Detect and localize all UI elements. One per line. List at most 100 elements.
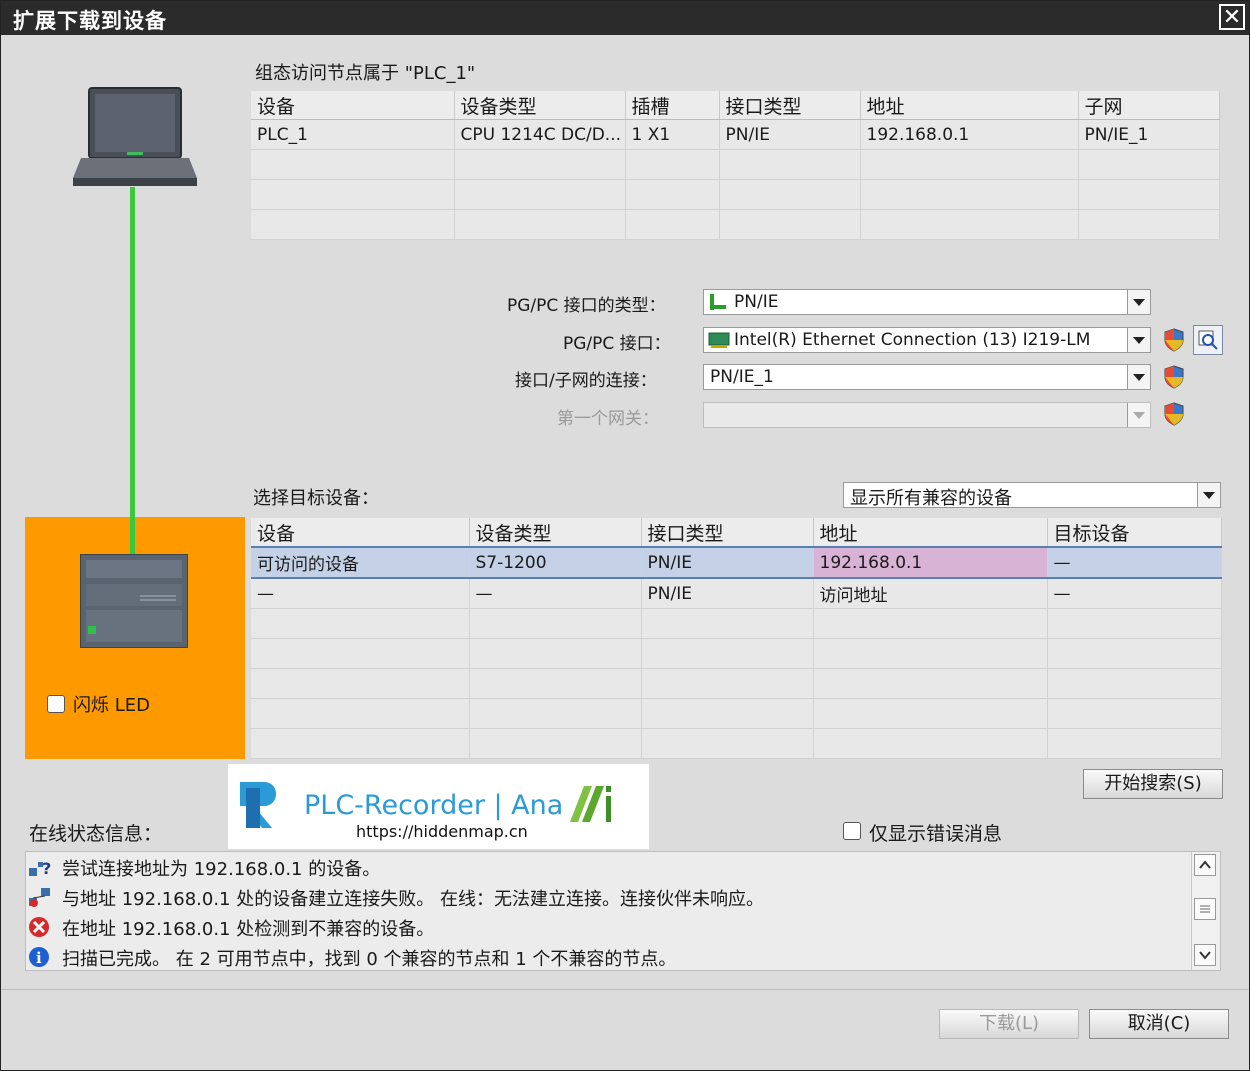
- chevron-down-icon[interactable]: [1127, 365, 1150, 389]
- errors-only-checkbox[interactable]: [843, 822, 861, 840]
- scroll-down-button[interactable]: [1194, 944, 1216, 966]
- table-cell: PLC_1: [251, 119, 455, 150]
- config-section-title: 组态访问节点属于 "PLC_1": [255, 63, 476, 84]
- connection-label: 接口/子网的连接：: [515, 371, 657, 391]
- table-row[interactable]: PLC_1 CPU 1214C DC/D... 1 X1 PN/IE 192.1…: [251, 119, 1220, 150]
- list-item: 在地址 192.168.0.1 处检测到不兼容的设备。: [26, 912, 1194, 942]
- security-shield-icon[interactable]: [1163, 328, 1185, 352]
- status-section-title: 在线状态信息：: [29, 823, 163, 845]
- scroll-up-button[interactable]: [1194, 854, 1216, 876]
- table-cell-address: 192.168.0.1: [813, 546, 1048, 579]
- pgpc-type-value: PN/IE: [734, 292, 779, 312]
- status-message: 与地址 192.168.0.1 处的设备建立连接失败。 在线：无法建立连接。连接…: [62, 889, 764, 910]
- table-cell: 192.168.0.1: [860, 119, 1079, 150]
- target-section-title: 选择目标设备：: [253, 488, 379, 509]
- table-cell: —: [1047, 578, 1222, 609]
- gateway-label: 第一个网关：: [557, 409, 659, 429]
- status-message: 尝试连接地址为 192.168.0.1 的设备。: [62, 859, 381, 880]
- list-item: ? 尝试连接地址为 192.168.0.1 的设备。: [26, 852, 1194, 882]
- table-row-empty: [251, 608, 1222, 639]
- close-button[interactable]: ✕: [1219, 4, 1245, 30]
- status-message-list: ? 尝试连接地址为 192.168.0.1 的设备。 与地址 192.168.0…: [25, 851, 1221, 971]
- plc-device-icon: [80, 554, 188, 648]
- chevron-down-icon: [1199, 951, 1211, 960]
- svg-text:i: i: [36, 949, 42, 967]
- status-message: 在地址 192.168.0.1 处检测到不兼容的设备。: [62, 919, 435, 940]
- ai-logo-icon: [570, 786, 611, 822]
- flash-led-checkbox[interactable]: [47, 695, 65, 713]
- laptop-icon: [73, 87, 197, 186]
- start-search-button[interactable]: 开始搜索(S): [1083, 769, 1223, 799]
- table-row-empty: [251, 638, 1222, 669]
- watermark-url: https://hiddenmap.cn: [356, 822, 528, 841]
- status-scrollbar[interactable]: [1191, 852, 1220, 970]
- pgpc-interface-label: PG/PC 接口：: [563, 334, 671, 354]
- table-row-empty: [251, 149, 1220, 180]
- device-filter-value: 显示所有兼容的设备: [850, 488, 1012, 509]
- search-network-icon: ?: [29, 859, 51, 878]
- column-header: 接口类型: [719, 91, 861, 120]
- table-cell: 可访问的设备: [251, 546, 470, 579]
- column-header: 接口类型: [641, 518, 814, 548]
- chevron-up-icon: [1199, 860, 1211, 869]
- pgpc-type-select[interactable]: PN/IE: [703, 289, 1151, 315]
- pgpc-interface-value: Intel(R) Ethernet Connection (13) I219-L…: [734, 330, 1091, 350]
- network-type-icon: [710, 294, 726, 310]
- table-row-selected[interactable]: 可访问的设备 S7-1200 PN/IE 192.168.0.1 —: [251, 546, 1222, 579]
- table-cell: 访问地址: [813, 578, 1048, 609]
- security-shield-icon[interactable]: [1163, 365, 1185, 389]
- table-cell: S7-1200: [469, 546, 642, 579]
- pgpc-type-label: PG/PC 接口的类型：: [507, 296, 666, 316]
- list-item: i 扫描已完成。 在 2 可用节点中，找到 0 个兼容的节点和 1 个不兼容的节…: [26, 942, 1194, 972]
- chevron-down-icon: [1127, 403, 1150, 427]
- status-message: 扫描已完成。 在 2 可用节点中，找到 0 个兼容的节点和 1 个不兼容的节点。: [62, 949, 677, 970]
- chevron-down-icon[interactable]: [1127, 328, 1150, 352]
- grip-icon: [1200, 905, 1210, 913]
- column-header: 设备类型: [454, 91, 626, 120]
- column-header: 目标设备: [1047, 518, 1222, 548]
- column-header: 子网: [1078, 91, 1220, 120]
- cancel-button[interactable]: 取消(C): [1089, 1009, 1229, 1039]
- table-row-empty: [251, 209, 1220, 240]
- pgpc-interface-select[interactable]: Intel(R) Ethernet Connection (13) I219-L…: [703, 327, 1151, 353]
- errors-only-label: 仅显示错误消息: [869, 823, 1003, 845]
- watermark-brand: PLC-Recorder | Ana: [304, 790, 564, 821]
- network-connection-line-lower: [130, 517, 135, 557]
- gateway-select: [703, 402, 1151, 428]
- download-button[interactable]: 下载(L): [939, 1009, 1079, 1039]
- table-row-empty: [251, 668, 1222, 699]
- table-row-empty: [251, 728, 1222, 759]
- chevron-down-icon[interactable]: [1127, 290, 1150, 314]
- error-icon: [29, 917, 49, 937]
- dialog-title: 扩展下载到设备: [13, 9, 167, 33]
- download-dialog: 扩展下载到设备 ✕ 闪烁 LED 组态访问节点属于 "PLC_1" 设备 设备类…: [0, 0, 1250, 1071]
- flash-led-label: 闪烁 LED: [73, 695, 150, 716]
- column-header: 设备: [251, 518, 470, 548]
- config-table-header: 设备 设备类型 插槽 接口类型 地址 子网: [251, 91, 1220, 120]
- connection-failed-icon: [29, 888, 50, 907]
- scroll-thumb[interactable]: [1194, 898, 1216, 920]
- config-table: 设备 设备类型 插槽 接口类型 地址 子网 PLC_1 CPU 1214C DC…: [251, 91, 1220, 240]
- interface-properties-button[interactable]: [1193, 325, 1223, 355]
- chevron-down-icon[interactable]: [1197, 483, 1220, 507]
- table-cell: PN/IE_1: [1078, 119, 1220, 150]
- svg-text:?: ?: [42, 859, 51, 878]
- footer-divider: [1, 989, 1249, 990]
- target-table-header: 设备 设备类型 接口类型 地址 目标设备: [251, 518, 1222, 548]
- device-filter-select[interactable]: 显示所有兼容的设备: [843, 482, 1221, 509]
- column-header: 设备类型: [469, 518, 642, 548]
- security-shield-icon[interactable]: [1163, 402, 1185, 426]
- table-row[interactable]: — — PN/IE 访问地址 —: [251, 578, 1222, 609]
- column-header: 地址: [860, 91, 1079, 120]
- table-cell: PN/IE: [641, 578, 814, 609]
- column-header: 地址: [813, 518, 1048, 548]
- table-cell: —: [1047, 546, 1222, 579]
- table-row-empty: [251, 698, 1222, 729]
- connection-select[interactable]: PN/IE_1: [703, 364, 1151, 390]
- table-cell: PN/IE: [641, 546, 814, 579]
- column-header: 设备: [251, 91, 455, 120]
- r-logo-icon: [240, 782, 276, 828]
- connection-value: PN/IE_1: [710, 367, 774, 387]
- target-device-table: 设备 设备类型 接口类型 地址 目标设备 可访问的设备 S7-1200 PN/I…: [251, 518, 1222, 759]
- info-icon: i: [29, 947, 49, 967]
